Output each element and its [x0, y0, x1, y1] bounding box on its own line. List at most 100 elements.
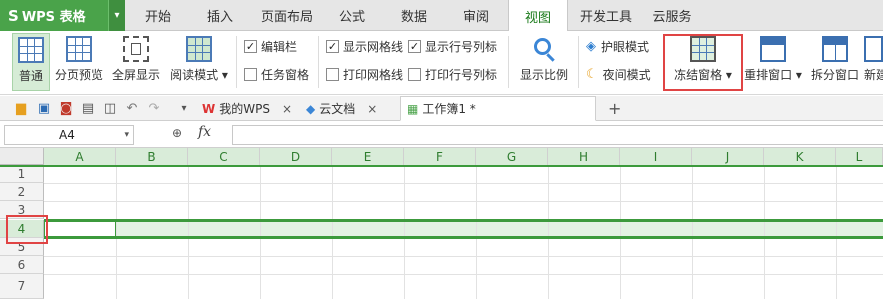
print-headers-checkbox[interactable]: 打印行号列标	[408, 65, 497, 83]
zoom-button[interactable]: 显示比例	[516, 33, 572, 91]
print-gridlines-check-icon	[326, 67, 339, 81]
night-mode-label: 夜间模式	[602, 67, 651, 82]
print-gridlines-label: 打印网格线	[343, 67, 404, 82]
fullscreen-button[interactable]: 全屏显示	[110, 33, 162, 91]
normal-view-label: 普通	[18, 69, 43, 83]
gridline	[332, 165, 333, 299]
quick-access-dropdown-icon[interactable]: ▾	[176, 100, 192, 116]
edit-bar-checkbox[interactable]: ✓ 编辑栏	[244, 37, 297, 55]
task-pane-label: 任务窗格	[261, 67, 310, 82]
tab-page-layout[interactable]: 页面布局	[254, 0, 320, 31]
freeze-line	[44, 236, 883, 239]
row-header[interactable]: 2	[0, 183, 44, 201]
new-window-icon	[864, 36, 883, 62]
gridline	[116, 165, 117, 299]
gridline	[44, 183, 883, 184]
reading-mode-icon	[186, 36, 212, 62]
tab-formulas[interactable]: 公式	[326, 0, 378, 31]
task-pane-check-icon	[244, 67, 257, 81]
eye-protect-icon: ◈	[586, 38, 596, 54]
save-icon[interactable]: ▣	[36, 100, 52, 116]
redo-icon[interactable]: ↷	[146, 100, 162, 116]
formula-input[interactable]	[232, 125, 883, 145]
print-gridlines-checkbox[interactable]: 打印网格线	[326, 65, 403, 83]
doc-tab-cloud-docs[interactable]: ◆ 云文档 ×	[300, 96, 383, 121]
cell-reference: A4	[59, 128, 75, 142]
tab-review[interactable]: 审阅	[448, 0, 504, 31]
column-header[interactable]: L	[836, 148, 883, 165]
column-header[interactable]: K	[764, 148, 836, 165]
print-preview-icon[interactable]: ◫	[102, 100, 118, 116]
show-gridlines-checkbox[interactable]: ✓ 显示网格线	[326, 37, 403, 55]
tab-developer[interactable]: 开发工具	[573, 0, 639, 31]
select-all-corner[interactable]	[0, 148, 44, 165]
arrange-window-button[interactable]: 重排窗口 ▾	[742, 33, 804, 91]
doc-tab-label: 云文档	[319, 102, 356, 116]
zoom-label: 显示比例	[519, 68, 568, 82]
app-logo-icon: S	[8, 6, 19, 25]
edit-bar-label: 编辑栏	[261, 39, 298, 54]
gridline	[620, 165, 621, 299]
column-header[interactable]: B	[116, 148, 188, 165]
tab-cloud-service[interactable]: 云服务	[644, 0, 700, 31]
app-logo-button[interactable]: S WPS 表格	[0, 0, 108, 31]
app-title: WPS 表格	[21, 10, 86, 25]
print-icon[interactable]: ▤	[80, 100, 96, 116]
app-menu-dropdown-icon[interactable]: ▾	[108, 0, 125, 31]
row-header[interactable]: 6	[0, 256, 44, 274]
arrange-window-icon	[760, 36, 786, 62]
eye-protect-button[interactable]: ◈ 护眼模式	[586, 37, 649, 55]
fullscreen-icon	[123, 36, 149, 62]
ribbon-separator	[318, 36, 319, 88]
page-break-icon	[66, 36, 92, 62]
gridline	[44, 256, 883, 257]
name-box-dropdown-icon[interactable]: ▾	[124, 130, 129, 140]
column-header[interactable]: E	[332, 148, 404, 165]
open-folder-icon[interactable]: ▆	[13, 100, 29, 116]
arrange-window-label: 重排窗口 ▾	[744, 68, 802, 82]
doc-tab-workbook[interactable]: ▦ 工作簿1 *	[400, 96, 596, 121]
reading-mode-button[interactable]: 阅读模式 ▾	[168, 33, 230, 91]
page-break-label: 分页预览	[54, 68, 103, 82]
tab-data[interactable]: 数据	[388, 0, 440, 31]
add-tab-button[interactable]: +	[602, 96, 627, 121]
gridline	[476, 165, 477, 299]
row-header[interactable]: 1	[0, 165, 44, 183]
column-header[interactable]: H	[548, 148, 620, 165]
close-icon[interactable]: ×	[282, 102, 292, 116]
task-pane-checkbox[interactable]: 任务窗格	[244, 65, 309, 83]
undo-icon[interactable]: ↶	[124, 100, 140, 116]
function-icon[interactable]: fx	[198, 124, 211, 140]
freeze-line	[0, 165, 883, 167]
gridline	[188, 165, 189, 299]
tab-home[interactable]: 开始	[130, 0, 186, 31]
column-header[interactable]: A	[44, 148, 116, 165]
new-window-button[interactable]: 新建	[864, 33, 883, 91]
column-header[interactable]: C	[188, 148, 260, 165]
gridline	[404, 165, 405, 299]
column-header[interactable]: F	[404, 148, 476, 165]
tab-view[interactable]: 视图	[508, 0, 568, 32]
show-headers-checkbox[interactable]: ✓ 显示行号列标	[408, 37, 497, 55]
edit-bar-check-icon: ✓	[244, 39, 257, 53]
column-header[interactable]: G	[476, 148, 548, 165]
split-window-button[interactable]: 拆分窗口	[808, 33, 862, 91]
name-box[interactable]: A4 ▾	[4, 125, 134, 145]
tab-insert[interactable]: 插入	[192, 0, 248, 31]
column-header[interactable]: I	[620, 148, 692, 165]
close-icon[interactable]: ×	[367, 102, 377, 116]
column-header[interactable]: J	[692, 148, 764, 165]
column-header[interactable]: D	[260, 148, 332, 165]
doc-tab-my-wps[interactable]: W 我的WPS ×	[196, 96, 298, 121]
gridline	[44, 201, 883, 202]
night-mode-button[interactable]: ☾ 夜间模式	[586, 65, 651, 83]
find-icon[interactable]: ⊕	[172, 126, 182, 140]
row-header[interactable]: 7	[0, 274, 44, 299]
normal-view-button[interactable]: 普通	[12, 33, 50, 91]
show-headers-label: 显示行号列标	[425, 39, 498, 54]
page-break-preview-button[interactable]: 分页预览	[53, 33, 105, 91]
show-gridlines-check-icon: ✓	[326, 39, 339, 53]
export-pdf-icon[interactable]: ◙	[58, 100, 74, 116]
moon-icon: ☾	[586, 66, 598, 82]
gridline	[260, 165, 261, 299]
